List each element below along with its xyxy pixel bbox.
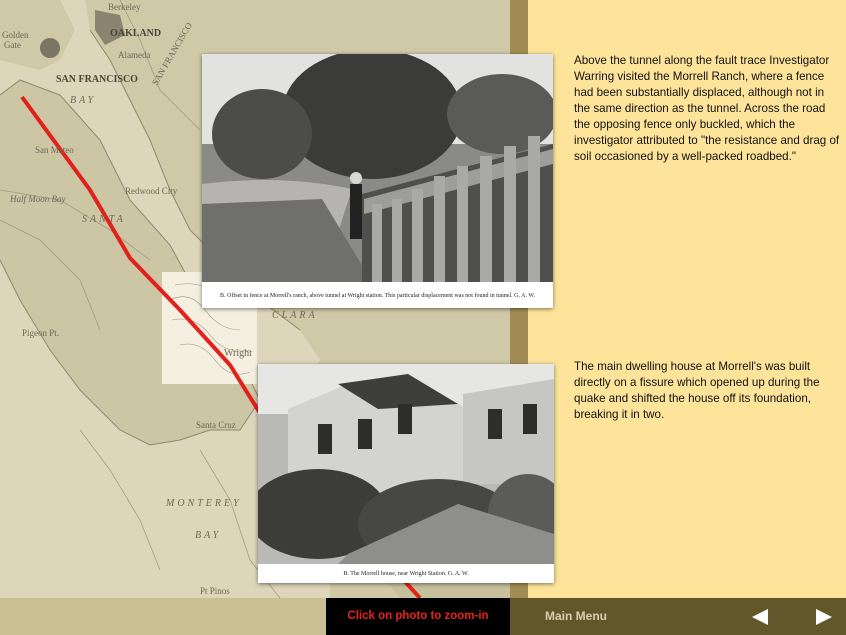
fence-photo-image — [202, 54, 553, 308]
map-label-alameda: Alameda — [118, 50, 151, 60]
next-page-button[interactable] — [814, 608, 834, 626]
map-label-monterey-bay-2: BAY — [195, 530, 222, 541]
zoom-hint-text: Click on photo to zoom-in — [326, 598, 510, 635]
map-label-berkeley: Berkeley — [108, 2, 141, 12]
main-menu-button[interactable]: Main Menu — [545, 598, 607, 635]
map-label-pigeon-pt: Pigeon Pt. — [22, 328, 60, 338]
right-arrow-icon — [816, 609, 832, 625]
map-label-redwood-city: Redwood City — [125, 186, 178, 196]
map-label-monterey-bay: MONTEREY — [166, 498, 242, 509]
map-label-golden: Golden — [2, 30, 29, 40]
fence-photo[interactable]: B. Offset in fence at Morrell's ranch, a… — [202, 54, 553, 308]
house-photo[interactable]: B. The Morrell house, near Wright Statio… — [258, 364, 554, 583]
text-panel: Above the tunnel along the fault trace I… — [528, 0, 846, 598]
caption-fence: Above the tunnel along the fault trace I… — [574, 54, 840, 163]
map-label-bay: BAY — [70, 95, 97, 106]
map-label-oakland: OAKLAND — [110, 28, 162, 39]
map-label-san-mateo: San Mateo — [35, 145, 74, 155]
fence-photo-plate-caption: B. Offset in fence at Morrell's ranch, a… — [220, 293, 535, 299]
map-label-santa: SANTA — [82, 214, 126, 225]
map-label-wright: Wright — [224, 348, 252, 359]
bottom-bar: Click on photo to zoom-in Main Menu — [0, 598, 846, 635]
map-label-gate: Gate — [4, 40, 21, 50]
map-label-clara: CLARA — [272, 310, 318, 321]
bottom-bar-map-edge — [0, 598, 326, 635]
house-photo-image — [258, 364, 554, 583]
left-arrow-icon — [752, 609, 768, 625]
map-label-pt-pinos: Pt Pinos — [200, 586, 230, 596]
map-label-santa-cruz: Santa Cruz — [196, 420, 236, 430]
map-label-half-moon-bay: Half Moon Bay — [10, 194, 66, 204]
navigation-bar: Main Menu — [510, 598, 846, 635]
map-label-san-francisco: SAN FRANCISCO — [56, 74, 138, 85]
caption-house: The main dwelling house at Morrell's was… — [574, 360, 820, 421]
house-photo-plate-caption: B. The Morrell house, near Wright Statio… — [343, 571, 469, 577]
previous-page-button[interactable] — [750, 608, 770, 626]
